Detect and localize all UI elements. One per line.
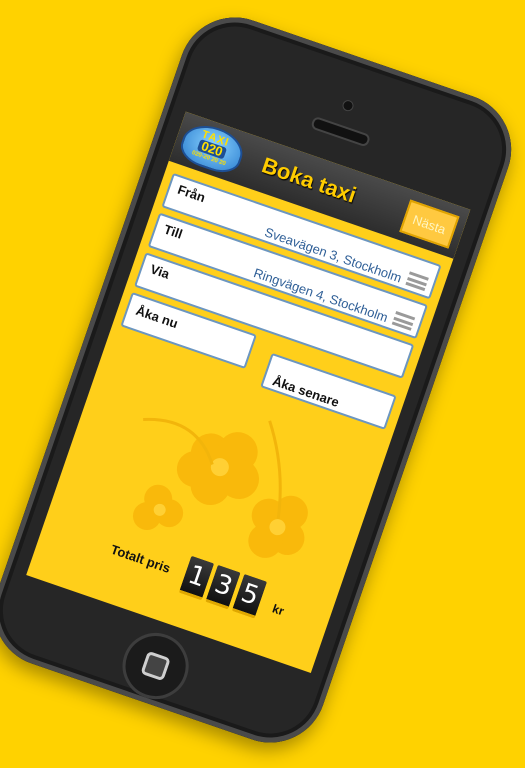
home-button-icon [140,650,171,682]
scene: TAXI 020 020-20 20 20 Boka taxi Nästa Fr… [0,0,525,768]
taxi-logo: TAXI 020 020-20 20 20 [176,118,249,179]
phone-device: TAXI 020 020-20 20 20 Boka taxi Nästa Fr… [0,2,525,758]
camera-icon [341,98,356,113]
to-label: Till [162,221,185,242]
currency-label: kr [270,601,286,619]
speaker-icon [310,115,372,148]
page-title: Boka taxi [258,152,360,208]
hamburger-icon[interactable] [405,271,429,292]
ride-now-label: Åka nu [134,302,180,332]
home-button[interactable] [113,624,198,708]
next-button[interactable]: Nästa [399,199,460,249]
via-label: Via [148,261,172,282]
app-screen: TAXI 020 020-20 20 20 Boka taxi Nästa Fr… [26,111,471,673]
from-label: Från [175,181,208,206]
hamburger-icon[interactable] [391,311,416,331]
